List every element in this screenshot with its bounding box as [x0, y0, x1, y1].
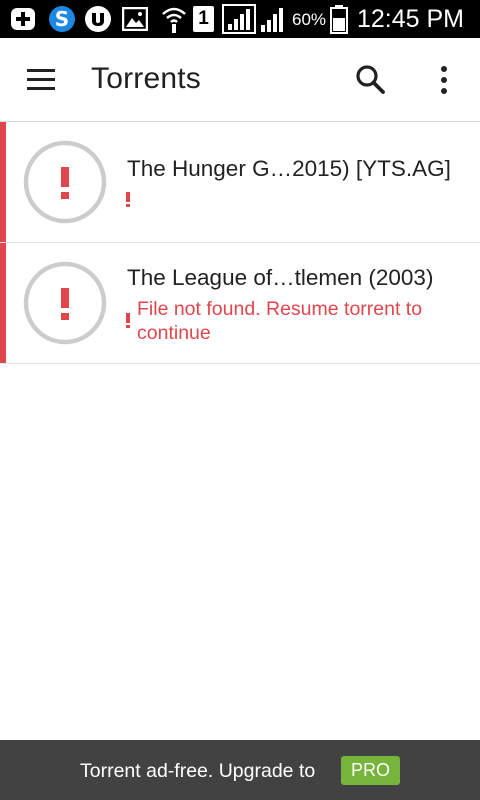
clock: 12:45 PM: [357, 5, 465, 33]
torrent-row[interactable]: The Hunger G…2015) [YTS.AG]: [0, 122, 480, 243]
app-bar: Torrents: [0, 38, 480, 122]
torrent-name: The Hunger G…2015) [YTS.AG]: [127, 156, 451, 181]
wifi-icon: [162, 7, 186, 33]
torrent-error-message: File not found. Resume torrent to contin…: [137, 298, 423, 344]
upgrade-text: Torrent ad-free. Upgrade to: [80, 760, 316, 782]
row-error-accent: [0, 243, 6, 363]
battery-percent: 60%: [292, 10, 327, 29]
sim-1-icon: 1: [193, 6, 214, 32]
page-title: Torrents: [91, 62, 201, 95]
pro-badge[interactable]: PRO: [341, 756, 400, 785]
image-icon: [122, 7, 148, 31]
signal-icon: [261, 8, 283, 32]
s-app-icon: S: [49, 6, 75, 32]
upgrade-banner[interactable]: Torrent ad-free. Upgrade to PRO: [0, 740, 480, 800]
svg-text:S: S: [55, 7, 69, 31]
search-icon[interactable]: [354, 63, 388, 97]
row-error-accent: [0, 122, 6, 242]
more-vert-icon[interactable]: [432, 63, 456, 97]
error-icon: [23, 261, 107, 345]
error-icon: [23, 140, 107, 224]
utorrent-icon: [85, 6, 111, 32]
battery-icon: [330, 5, 348, 34]
sim-label: 1: [198, 8, 209, 29]
torrent-name: The League of…tlemen (2003): [127, 265, 434, 290]
status-bar: S 1 60% 12:45 PM: [0, 0, 480, 38]
torrent-list: The Hunger G…2015) [YTS.AG] The League o…: [0, 122, 480, 364]
add-box-icon: [11, 8, 35, 30]
torrent-row[interactable]: The League of…tlemen (2003) File not fou…: [0, 243, 480, 364]
signal-icon: [222, 4, 256, 34]
menu-icon[interactable]: [27, 69, 57, 91]
